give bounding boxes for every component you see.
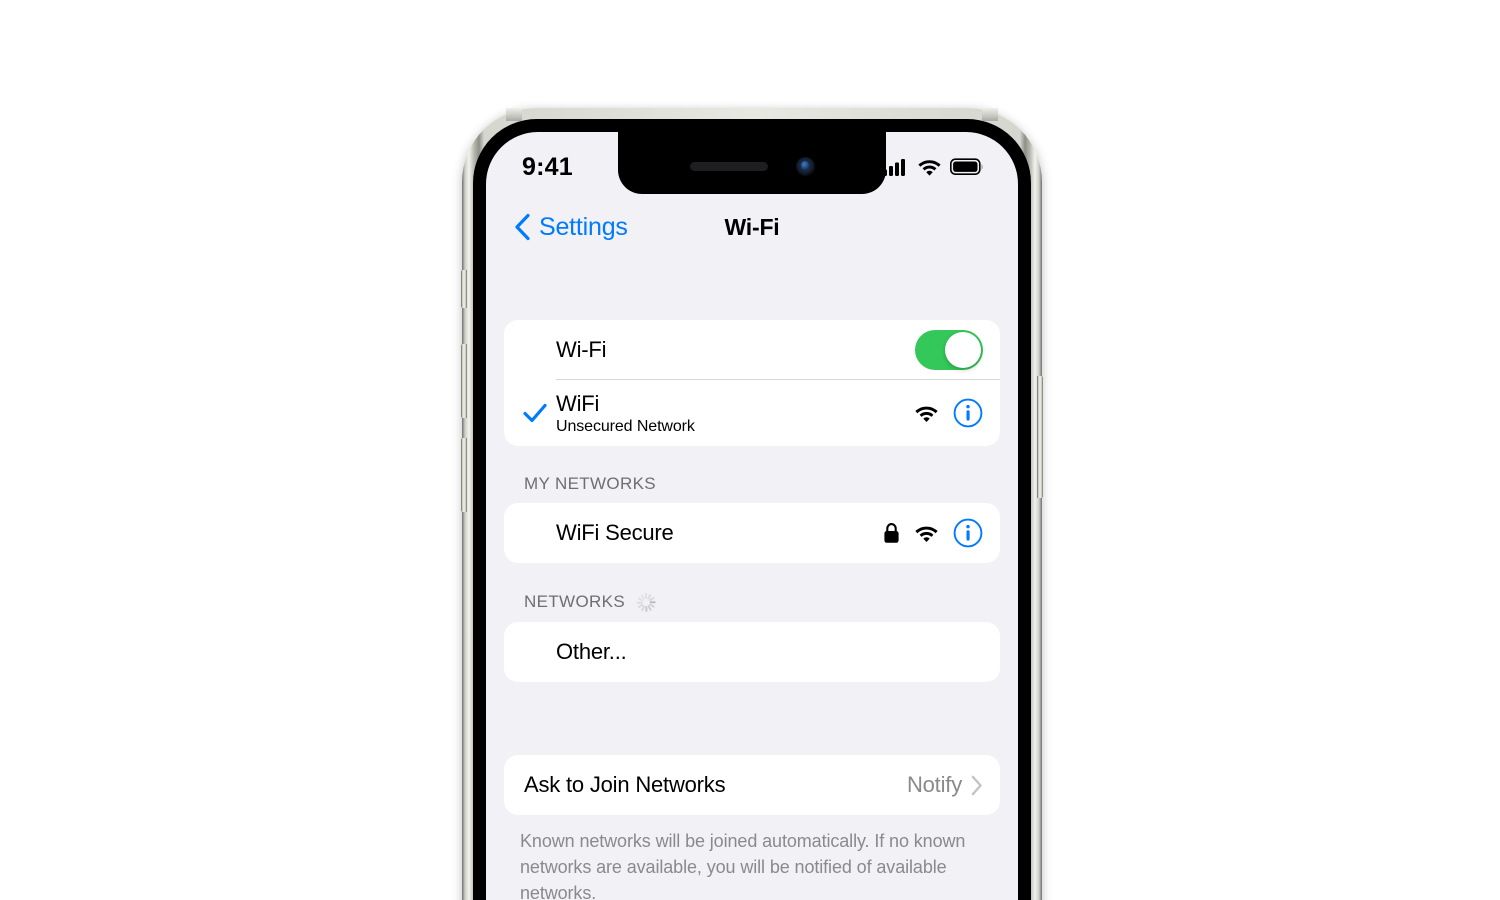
my-network-name: WiFi Secure (556, 520, 674, 545)
wifi-card: Wi-Fi WiFi Unsecured Network (504, 320, 1000, 446)
wifi-icon (917, 158, 942, 176)
ask-to-join-row[interactable]: Ask to Join Networks Notify (504, 755, 1000, 815)
my-networks-card: WiFi Secure (504, 503, 1000, 563)
antenna-band-right (982, 108, 998, 121)
settings-content: Wi-Fi WiFi Unsecured Network MY NETWORKS… (486, 260, 1018, 900)
my-network-row[interactable]: WiFi Secure (504, 503, 1000, 563)
ask-to-join-value: Notify (906, 772, 962, 797)
activity-spinner-icon (635, 591, 657, 613)
other-network-label: Other... (556, 639, 627, 664)
silent-switch[interactable] (461, 270, 467, 308)
other-network-row[interactable]: Other... (504, 622, 1000, 682)
connected-network-row[interactable]: WiFi Unsecured Network (504, 380, 1000, 446)
display-notch (618, 132, 886, 194)
battery-full-icon (950, 158, 984, 176)
back-button-label: Settings (539, 212, 628, 241)
status-bar-icons (883, 158, 984, 176)
ask-to-join-footer: Known networks will be joined automatica… (520, 831, 966, 900)
connected-network-subtitle: Unsecured Network (556, 417, 695, 435)
wifi-toggle-knob (945, 332, 981, 368)
info-circle-icon[interactable] (953, 518, 983, 548)
wifi-toggle[interactable] (915, 330, 983, 370)
cellular-signal-icon (883, 158, 909, 176)
ask-to-join-label: Ask to Join Networks (524, 772, 726, 797)
my-networks-header: MY NETWORKS (504, 446, 1000, 503)
lock-icon (883, 522, 900, 544)
wifi-toggle-label: Wi-Fi (556, 337, 607, 362)
volume-up-button[interactable] (461, 344, 467, 418)
networks-card: Other... (504, 622, 1000, 682)
connected-network-name: WiFi (556, 390, 600, 416)
iphone-device: 9:41 Settings Wi-Fi Wi-Fi WiFi Unsecured… (461, 108, 1043, 900)
antenna-band-left (506, 108, 522, 121)
wifi-signal-icon (914, 524, 939, 543)
info-circle-icon[interactable] (953, 398, 983, 428)
wifi-signal-icon (914, 404, 939, 423)
earpiece-speaker-icon (689, 161, 768, 171)
front-camera-icon (795, 156, 815, 176)
status-bar-time: 9:41 (522, 152, 573, 181)
networks-header: NETWORKS (504, 563, 1000, 622)
power-side-button[interactable] (1037, 376, 1043, 498)
ask-to-join-card: Ask to Join Networks Notify (504, 755, 1000, 815)
wifi-toggle-row: Wi-Fi (504, 320, 1000, 380)
chevron-left-icon (514, 213, 530, 241)
chevron-right-icon (971, 775, 983, 796)
volume-down-button[interactable] (461, 438, 467, 512)
my-networks-header-label: MY NETWORKS (524, 474, 656, 493)
navigation-bar: Settings Wi-Fi (486, 194, 1018, 260)
screenshot-canvas: 9:41 Settings Wi-Fi Wi-Fi WiFi Unsecured… (0, 0, 1500, 900)
back-button[interactable]: Settings (514, 213, 628, 242)
checkmark-icon (523, 403, 547, 423)
networks-header-label: NETWORKS (524, 592, 626, 611)
phone-screen: 9:41 Settings Wi-Fi Wi-Fi WiFi Unsecured… (486, 132, 1018, 900)
